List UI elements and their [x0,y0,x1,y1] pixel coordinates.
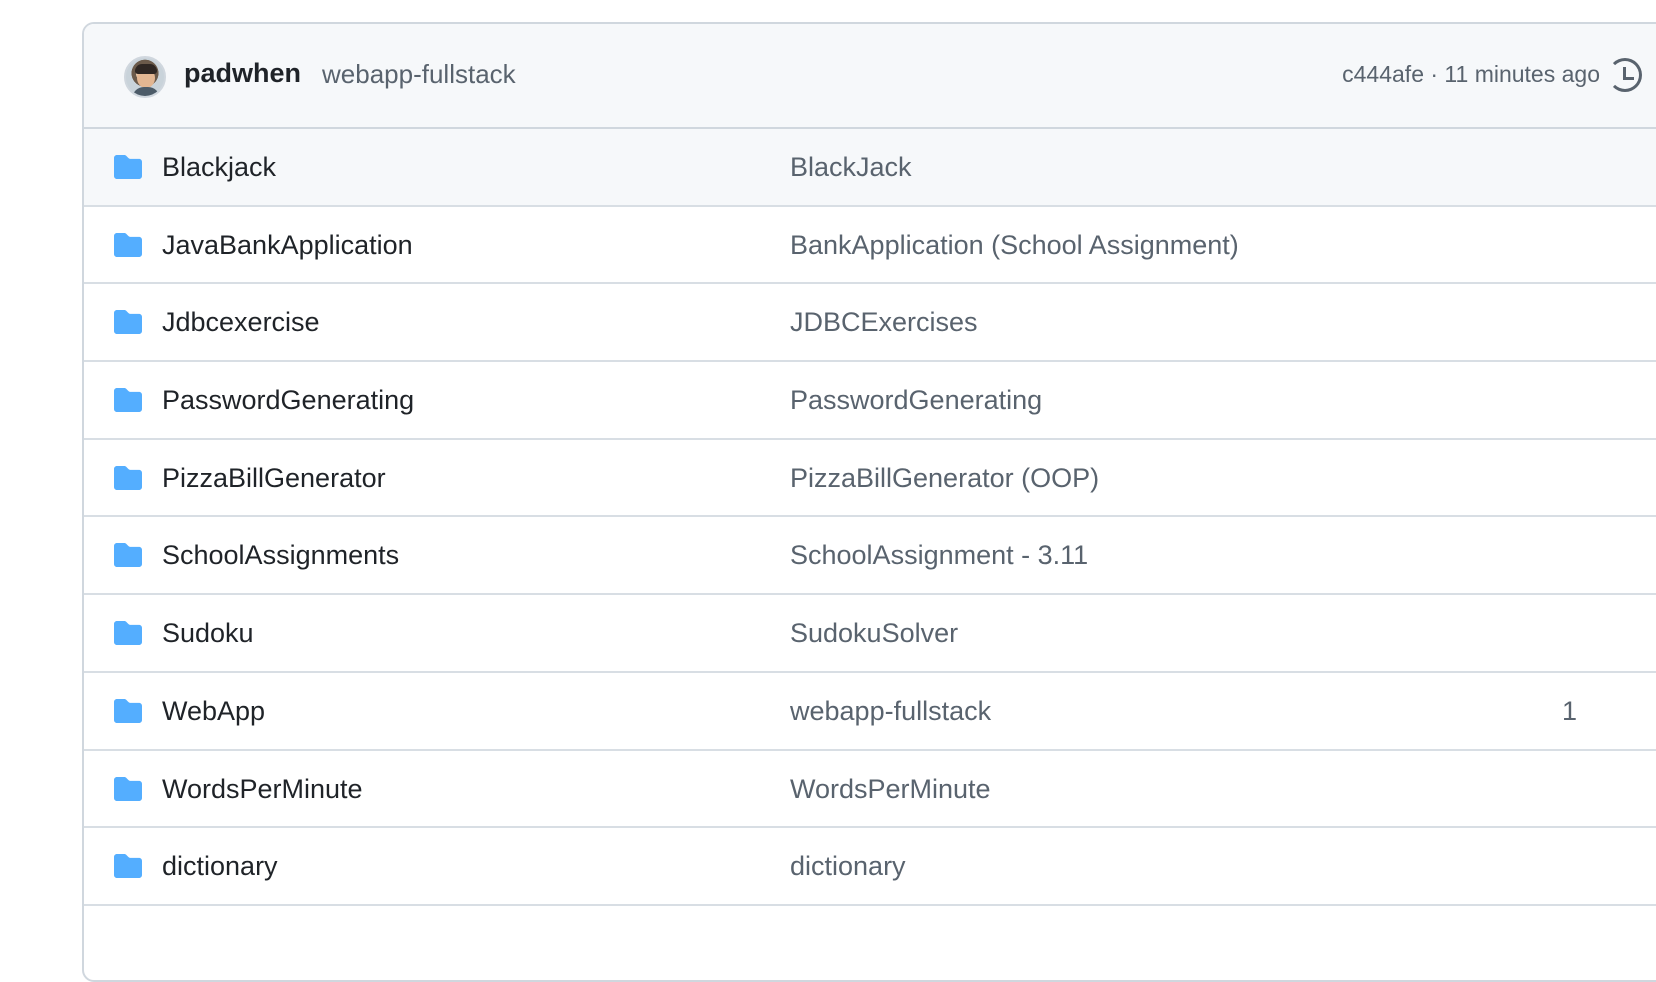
file-commit-message[interactable]: PizzaBillGenerator (OOP) [790,463,1099,494]
file-name[interactable]: Jdbcexercise [162,307,320,338]
latest-commit-header: padwhen webapp-fullstack c444afe · 11 mi… [84,24,1656,129]
file-commit-message[interactable]: BlackJack [790,152,912,183]
file-row[interactable]: JavaBankApplication BankApplication (Sch… [84,207,1656,285]
folder-icon [112,232,144,258]
folder-icon [112,309,144,335]
folder-icon [112,853,144,879]
file-commit-message[interactable]: webapp-fullstack [790,696,991,727]
folder-icon [112,542,144,568]
file-name[interactable]: Sudoku [162,618,254,649]
folder-icon [112,387,144,413]
avatar-body [132,87,160,96]
file-row[interactable]: Jdbcexercise JDBCExercises [84,284,1656,363]
avatar[interactable] [124,56,166,98]
file-commit-message[interactable]: JDBCExercises [790,307,978,338]
file-commit-message[interactable]: dictionary [790,851,906,882]
file-row[interactable]: WordsPerMinute WordsPerMinute [84,751,1656,829]
folder-icon [112,154,144,180]
file-name[interactable]: dictionary [162,851,278,882]
file-browser: padwhen webapp-fullstack c444afe · 11 mi… [82,22,1656,982]
file-row[interactable]: dictionary dictionary [84,828,1656,906]
commit-author[interactable]: padwhen [184,58,301,89]
file-row[interactable]: PizzaBillGenerator PizzaBillGenerator (O… [84,440,1656,518]
file-commit-age: 1 [1562,695,1578,726]
file-row[interactable]: SchoolAssignments SchoolAssignment - 3.1… [84,517,1656,596]
folder-icon [112,465,144,491]
file-commit-message[interactable]: WordsPerMinute [790,774,991,805]
commit-message[interactable]: webapp-fullstack [322,59,516,90]
folder-icon [112,698,144,724]
file-row[interactable]: WebApp webapp-fullstack 1 [84,673,1656,751]
file-list: Blackjack BlackJack JavaBankApplication … [84,129,1656,906]
file-name[interactable]: WebApp [162,696,265,727]
file-row[interactable]: PasswordGenerating PasswordGenerating [84,362,1656,440]
file-name[interactable]: PizzaBillGenerator [162,463,386,494]
file-commit-message[interactable]: BankApplication (School Assignment) [790,230,1239,261]
file-name[interactable]: Blackjack [162,152,276,183]
file-commit-message[interactable]: SudokuSolver [790,618,958,649]
folder-icon [112,776,144,802]
avatar-hair [135,64,157,74]
file-row[interactable]: Blackjack BlackJack [84,129,1656,207]
file-commit-message[interactable]: SchoolAssignment - 3.11 [790,540,1088,571]
commit-meta[interactable]: c444afe · 11 minutes ago [1342,61,1600,88]
file-row[interactable]: Sudoku SudokuSolver [84,595,1656,673]
file-name[interactable]: WordsPerMinute [162,774,363,805]
history-icon[interactable] [1608,58,1642,92]
file-name[interactable]: PasswordGenerating [162,385,414,416]
file-name[interactable]: SchoolAssignments [162,540,399,571]
folder-icon [112,620,144,646]
file-commit-message[interactable]: PasswordGenerating [790,385,1042,416]
file-name[interactable]: JavaBankApplication [162,230,413,261]
